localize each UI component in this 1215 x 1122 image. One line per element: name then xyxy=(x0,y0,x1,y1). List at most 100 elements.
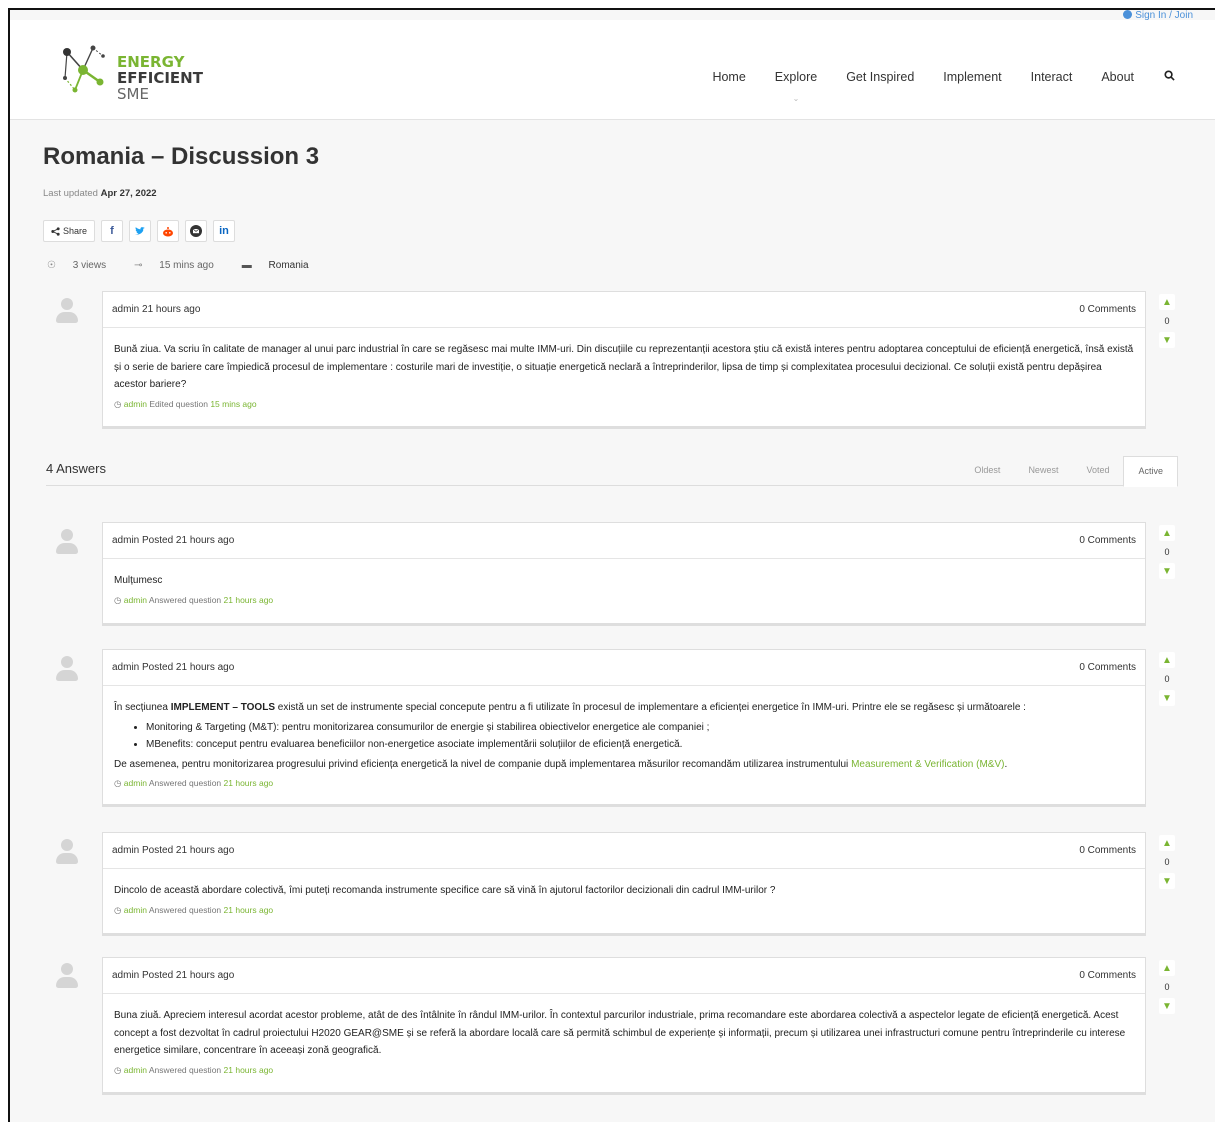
avatar xyxy=(55,963,79,989)
answer-text-intro: În secțiunea xyxy=(114,702,171,713)
comments-link[interactable]: 0 Comments xyxy=(1079,304,1136,315)
clock-icon: ◷ xyxy=(114,594,122,605)
thumbs-up-icon: ▲ xyxy=(1162,654,1172,666)
vote-widget: ▲ 0 ▼ xyxy=(1158,960,1176,1014)
tab-active[interactable]: Active xyxy=(1123,456,1178,487)
footer-user-link[interactable]: admin xyxy=(124,778,147,788)
logo-wordmark: ENERGY EFFICIENT SME xyxy=(117,54,203,102)
last-updated-label: Last updated xyxy=(43,188,98,199)
answer-text-2-intro: De asemenea, pentru monitorizarea progre… xyxy=(114,758,852,770)
thumbs-down-icon: ▼ xyxy=(1162,565,1172,577)
vote-down-button[interactable]: ▼ xyxy=(1159,690,1175,706)
nav-explore-label[interactable]: Explore xyxy=(775,70,817,84)
answer-text-rest: există un set de instrumente special con… xyxy=(275,702,1026,713)
vote-up-button[interactable]: ▲ xyxy=(1159,652,1175,668)
footer-time-link[interactable]: 21 hours ago xyxy=(224,1065,274,1075)
thumbs-up-icon: ▲ xyxy=(1162,962,1172,974)
nav-home[interactable]: Home xyxy=(712,70,745,84)
footer-time-link[interactable]: 21 hours ago xyxy=(224,778,274,788)
vote-up-button[interactable]: ▲ xyxy=(1159,525,1175,541)
answers-header: 4 Answers Oldest Newest Voted Active xyxy=(46,456,1178,487)
question-author: admin 21 hours ago xyxy=(112,304,201,315)
tab-oldest[interactable]: Oldest xyxy=(960,456,1014,486)
thumbs-down-icon: ▼ xyxy=(1162,334,1172,346)
nav-about[interactable]: About xyxy=(1101,70,1134,84)
tab-voted[interactable]: Voted xyxy=(1072,456,1123,486)
footer-user-link[interactable]: admin xyxy=(124,1065,147,1075)
site-logo[interactable]: ENERGY EFFICIENT SME xyxy=(55,40,215,102)
user-icon xyxy=(1123,10,1133,19)
answer-card: admin Posted 21 hours ago 0 Comments Mul… xyxy=(102,522,1146,626)
footer-action: Answered question xyxy=(148,594,222,605)
search-button[interactable] xyxy=(1164,70,1175,84)
nav-interact[interactable]: Interact xyxy=(1031,70,1073,84)
comments-link[interactable]: 0 Comments xyxy=(1079,845,1136,856)
search-icon xyxy=(1164,70,1175,81)
tab-newest[interactable]: Newest xyxy=(1014,456,1072,486)
share-button[interactable]: Share xyxy=(43,220,95,242)
linkedin-share-button[interactable]: in xyxy=(213,220,235,242)
vote-count: 0 xyxy=(1164,316,1170,326)
vote-down-button[interactable]: ▼ xyxy=(1159,998,1175,1014)
answers-count: 4 Answers xyxy=(46,461,106,476)
category-label[interactable]: Romania xyxy=(269,260,309,271)
clock-icon: ◷ xyxy=(114,398,122,409)
category-link[interactable]: ▬ Romania xyxy=(242,260,323,271)
answer-footer: ◷ admin Answered question 21 hours ago xyxy=(114,902,1134,920)
vote-widget: ▲ 0 ▼ xyxy=(1158,652,1176,706)
answer-body: Dincolo de această abordare colectivă, î… xyxy=(103,869,1145,930)
mv-tool-link[interactable]: Measurement & Verification (M&V) xyxy=(851,759,1004,770)
answer-body: Buna ziuă. Apreciem interesul acordat ac… xyxy=(103,994,1145,1090)
chevron-down-icon: ⌄ xyxy=(792,94,800,103)
footer-user-link[interactable]: admin xyxy=(124,399,147,409)
nav-get-inspired[interactable]: Get Inspired xyxy=(846,70,914,84)
share-label[interactable]: Share xyxy=(63,226,87,236)
twitter-share-button[interactable] xyxy=(129,220,151,242)
vote-up-button[interactable]: ▲ xyxy=(1159,835,1175,851)
footer-time-link[interactable]: 15 mins ago xyxy=(210,399,256,409)
reddit-share-button[interactable] xyxy=(157,220,179,242)
answer-text: Dincolo de această abordare colectivă, î… xyxy=(114,885,776,896)
twitter-icon xyxy=(134,226,145,235)
vote-widget: ▲ 0 ▼ xyxy=(1158,835,1176,889)
clock-icon: ◷ xyxy=(114,778,122,788)
footer-time-link[interactable]: 21 hours ago xyxy=(224,595,274,605)
comments-link[interactable]: 0 Comments xyxy=(1079,535,1136,546)
vote-count: 0 xyxy=(1164,674,1170,684)
vote-widget: ▲ 0 ▼ xyxy=(1158,525,1176,579)
answer-header: admin Posted 21 hours ago 0 Comments xyxy=(103,523,1145,559)
vote-up-button[interactable]: ▲ xyxy=(1159,294,1175,310)
vote-up-button[interactable]: ▲ xyxy=(1159,960,1175,976)
question-footer: ◷ admin Edited question 15 mins ago xyxy=(114,396,1134,414)
footer-user-link[interactable]: admin xyxy=(124,905,147,915)
answer-body: Mulțumesc ◷ admin Answered question 21 h… xyxy=(103,559,1145,620)
avatar xyxy=(55,839,79,865)
nav-explore[interactable]: Explore ⌄ xyxy=(775,70,817,103)
footer-time-link[interactable]: 21 hours ago xyxy=(224,905,274,915)
comments-link[interactable]: 0 Comments xyxy=(1079,970,1136,981)
answer-footer: ◷ admin Answered question 21 hours ago xyxy=(114,775,1134,793)
activity-time: ⊸ 15 mins ago xyxy=(134,260,228,271)
activity-label: 15 mins ago xyxy=(159,260,214,271)
answer-text: Mulțumesc xyxy=(114,575,163,586)
vote-count: 0 xyxy=(1164,547,1170,557)
last-updated: Last updated Apr 27, 2022 xyxy=(43,188,157,199)
logo-line-1: ENERGY xyxy=(117,53,185,71)
answer-header: admin Posted 21 hours ago 0 Comments xyxy=(103,833,1145,869)
answer-text-2-end: . xyxy=(1004,758,1008,770)
nav-implement[interactable]: Implement xyxy=(943,70,1001,84)
thumbs-down-icon: ▼ xyxy=(1162,692,1172,704)
site-header: ENERGY EFFICIENT SME Home Explore ⌄ Get I… xyxy=(10,20,1215,120)
thumbs-down-icon: ▼ xyxy=(1162,1000,1172,1012)
vote-down-button[interactable]: ▼ xyxy=(1159,332,1175,348)
facebook-share-button[interactable]: f xyxy=(101,220,123,242)
vote-down-button[interactable]: ▼ xyxy=(1159,873,1175,889)
linkedin-icon: in xyxy=(219,225,229,237)
footer-user-link[interactable]: admin xyxy=(124,595,147,605)
thumbs-up-icon: ▲ xyxy=(1162,527,1172,539)
email-share-button[interactable] xyxy=(185,220,207,242)
vote-down-button[interactable]: ▼ xyxy=(1159,563,1175,579)
answer-header: admin Posted 21 hours ago 0 Comments xyxy=(103,650,1145,686)
comments-link[interactable]: 0 Comments xyxy=(1079,662,1136,673)
footer-action: Edited question xyxy=(149,398,208,409)
